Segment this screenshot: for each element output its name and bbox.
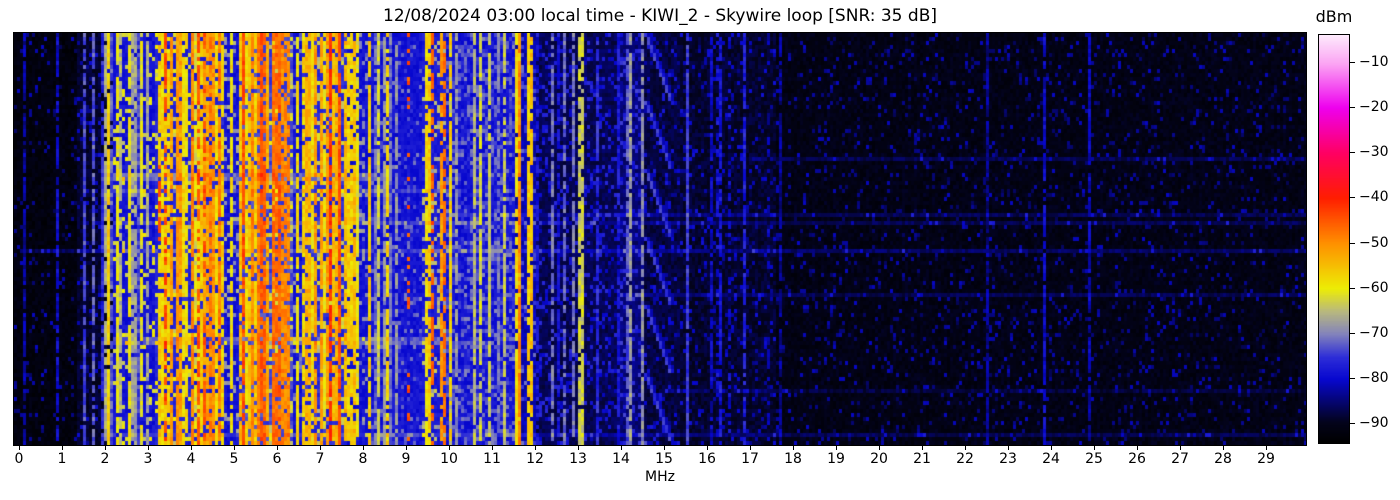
colorbar-unit-label: dBm	[1315, 7, 1353, 26]
x-tick-label: 25	[1085, 451, 1103, 467]
colorbar-tick-mark	[1350, 332, 1355, 334]
colorbar-tick-label: −20	[1359, 99, 1389, 116]
x-tick-label: 4	[186, 451, 196, 467]
x-tick-mark	[707, 446, 708, 450]
colorbar-tick-mark	[1350, 287, 1355, 289]
x-tick-label: 13	[569, 451, 587, 467]
x-tick-label: 9	[401, 451, 411, 467]
colorbar-tick-label: −10	[1359, 54, 1389, 71]
x-tick-mark	[234, 446, 235, 450]
x-tick-label: 14	[612, 451, 630, 467]
x-tick-mark	[105, 446, 106, 450]
colorbar-tick-mark	[1350, 152, 1355, 154]
x-tick-label: 12	[526, 451, 544, 467]
colorbar-tick-mark	[1350, 197, 1355, 199]
colorbar-tick-label: −50	[1359, 234, 1389, 251]
x-tick-label: 11	[483, 451, 501, 467]
x-tick-mark	[621, 446, 622, 450]
x-tick-label: 26	[1128, 451, 1146, 467]
colorbar-tick-mark	[1350, 378, 1355, 379]
colorbar-tick-label: −40	[1359, 189, 1389, 206]
x-tick-label: 19	[827, 451, 845, 467]
x-tick-label: 16	[698, 451, 716, 467]
x-tick-mark	[664, 446, 665, 450]
x-tick-label: 2	[100, 451, 110, 467]
x-tick-label: 1	[57, 451, 67, 467]
x-tick-label: 0	[14, 451, 24, 467]
x-tick-label: 20	[870, 451, 888, 467]
x-tick-label: 27	[1171, 451, 1189, 467]
x-tick-mark	[449, 446, 450, 450]
x-tick-mark	[578, 446, 579, 450]
x-tick-mark	[879, 446, 880, 450]
plot-title: 12/08/2024 03:00 local time - KIWI_2 - S…	[383, 6, 937, 26]
x-tick-mark	[363, 446, 364, 450]
waterfall-plot-frame	[13, 32, 1307, 446]
x-tick-mark	[277, 446, 278, 450]
x-tick-mark	[1180, 446, 1181, 450]
x-tick-label: 29	[1257, 451, 1275, 467]
x-tick-mark	[836, 446, 837, 450]
x-tick-label: 28	[1214, 451, 1232, 467]
colorbar-tick-mark	[1350, 242, 1355, 244]
colorbar-frame	[1318, 34, 1350, 444]
x-tick-mark	[148, 446, 149, 450]
colorbar-tick-label: −60	[1359, 279, 1389, 296]
x-tick-label: 6	[272, 451, 282, 467]
x-tick-label: 17	[741, 451, 759, 467]
x-tick-mark	[406, 446, 407, 450]
x-tick-mark	[320, 446, 321, 450]
x-tick-label: 7	[315, 451, 325, 467]
colorbar-tick-label: −30	[1359, 144, 1389, 161]
colorbar-tick-label: −70	[1359, 324, 1389, 341]
x-tick-mark	[62, 446, 63, 450]
x-tick-label: 8	[358, 451, 368, 467]
x-tick-mark	[492, 446, 493, 450]
x-tick-label: 22	[956, 451, 974, 467]
x-tick-mark	[793, 446, 794, 450]
x-tick-mark	[965, 446, 966, 450]
x-tick-mark	[1051, 446, 1052, 450]
colorbar-canvas	[1319, 35, 1349, 443]
x-tick-mark	[1137, 446, 1138, 450]
x-tick-label: 21	[913, 451, 931, 467]
x-tick-mark	[1266, 446, 1267, 450]
x-tick-mark	[1008, 446, 1009, 450]
colorbar-tick-label: −80	[1359, 370, 1389, 386]
spectrogram-figure: 12/08/2024 03:00 local time - KIWI_2 - S…	[0, 0, 1400, 500]
x-tick-mark	[535, 446, 536, 450]
x-tick-mark	[1223, 446, 1224, 450]
colorbar-tick-mark	[1350, 62, 1355, 64]
colorbar-tick-mark	[1350, 423, 1355, 425]
x-tick-label: 18	[784, 451, 802, 467]
x-axis-label: MHz	[645, 469, 675, 485]
waterfall-canvas	[14, 33, 1306, 445]
colorbar-tick-mark	[1350, 107, 1355, 109]
x-tick-label: 15	[655, 451, 673, 467]
x-tick-mark	[191, 446, 192, 450]
x-tick-mark	[1094, 446, 1095, 450]
x-tick-mark	[750, 446, 751, 450]
x-tick-label: 5	[229, 451, 239, 467]
x-tick-mark	[922, 446, 923, 450]
x-tick-label: 3	[143, 451, 153, 467]
x-tick-label: 10	[440, 451, 458, 467]
x-tick-mark	[19, 446, 20, 450]
x-tick-label: 24	[1042, 451, 1060, 467]
colorbar-tick-label: −90	[1359, 415, 1389, 432]
x-tick-label: 23	[999, 451, 1017, 467]
